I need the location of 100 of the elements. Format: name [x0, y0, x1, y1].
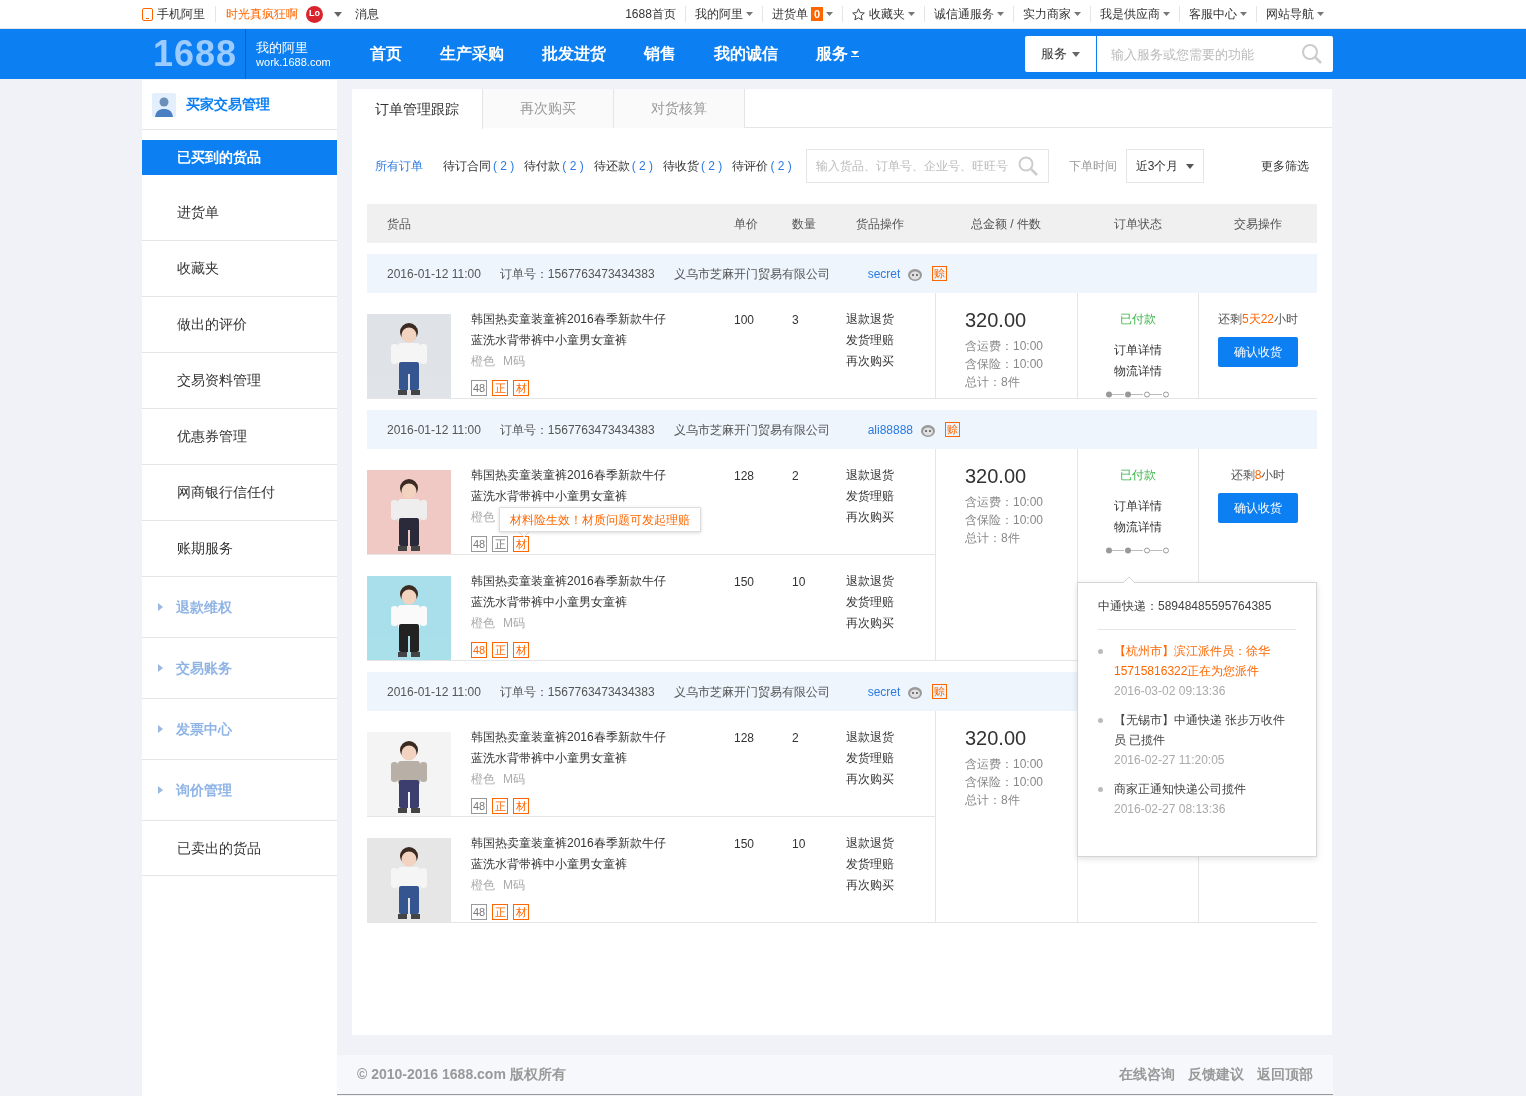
search-scope-dropdown[interactable]: 服务 — [1025, 36, 1097, 72]
order-total: 320.00 — [965, 464, 1028, 488]
service-tag[interactable]: 48 — [471, 904, 487, 920]
main-nav-link[interactable]: 生产采购 — [440, 42, 505, 66]
order-fee: 含运费：10:00 — [965, 756, 1045, 773]
sidebar-title: 买家交易管理 — [186, 95, 270, 114]
item-action-link[interactable]: 发货理赔 — [846, 592, 894, 613]
item-action-link[interactable]: 发货理赔 — [846, 486, 894, 507]
chat-icon — [907, 684, 924, 699]
main-nav-link[interactable]: 服务 — [816, 42, 860, 66]
order-search-input[interactable]: 输入货品、订单号、企业号、旺旺号 — [806, 150, 1018, 182]
progress-steps — [1106, 547, 1170, 554]
order-detail-link[interactable]: 订单详情 — [1114, 496, 1162, 517]
confirm-receipt-button[interactable]: 确认收货 — [1218, 493, 1298, 523]
item-action-link[interactable]: 再次购买 — [846, 351, 894, 372]
credit-badge: 赊 — [945, 422, 960, 437]
mobile-link[interactable]: 手机阿里 — [157, 5, 205, 23]
sidebar-item[interactable]: 收藏夹 — [142, 241, 337, 297]
caret-icon — [826, 12, 833, 16]
product-spec: M码 — [503, 615, 525, 632]
order-fee: 总计：8件 — [965, 530, 1021, 547]
item-action-link[interactable]: 退款退货 — [846, 833, 894, 854]
order-search-field[interactable]: 输入货品、订单号、企业号、旺旺号 — [805, 149, 1049, 183]
order-detail-link[interactable]: 物流详情 — [1114, 361, 1162, 382]
item-action-link[interactable]: 再次购买 — [846, 613, 894, 634]
tracking-time: 2016-03-02 09:13:36 — [1114, 683, 1227, 700]
sidebar-item[interactable]: 交易资料管理 — [142, 353, 337, 409]
sidebar-item[interactable]: 网商银行信任付 — [142, 465, 337, 521]
sidebar-item[interactable]: 已卖出的货品 — [142, 821, 337, 876]
user-avatar[interactable]: Lo — [306, 5, 323, 23]
filter-link[interactable]: 待评价 ( 2 ) — [732, 157, 792, 175]
top-nav-link[interactable]: 诚信通服务 — [925, 6, 1014, 22]
item-action-link[interactable]: 退款退货 — [846, 571, 894, 592]
top-nav-link[interactable]: 我的阿里 — [685, 6, 763, 22]
product-title-link[interactable]: 韩国热卖童装童裤2016春季新款牛仔蓝洗水背带裤中小童男女童裤 — [471, 571, 671, 613]
caret-icon — [158, 664, 164, 672]
sidebar-item[interactable]: 做出的评价 — [142, 297, 337, 353]
sidebar-item[interactable]: 账期服务 — [142, 521, 337, 577]
item-action-link[interactable]: 退款退货 — [846, 465, 894, 486]
item-action-link[interactable]: 再次购买 — [846, 507, 894, 528]
bullet-icon — [1098, 649, 1103, 654]
main-nav-link[interactable]: 首页 — [370, 42, 403, 66]
seller-link[interactable]: ali88888 — [867, 420, 913, 439]
order-total: 320.00 — [965, 308, 1028, 332]
item-action-link[interactable]: 发货理赔 — [846, 748, 894, 769]
filter-link[interactable]: 待还款 ( 2 ) — [593, 157, 654, 175]
order-fee: 含运费：10:00 — [965, 494, 1045, 511]
seller-link[interactable]: secret — [867, 264, 901, 283]
top-nav-link[interactable]: 收藏夹 — [843, 6, 925, 22]
service-tag[interactable]: 48 — [471, 536, 487, 552]
top-nav-link[interactable]: 客服中心 — [1180, 6, 1257, 22]
column-header: 交易操作 — [1232, 215, 1283, 233]
item-action-link[interactable]: 退款退货 — [846, 727, 894, 748]
product-spec: 橙色 — [471, 771, 495, 788]
caret-icon — [1317, 12, 1324, 16]
company-name: 义乌市芝麻开门贸易有限公司 — [673, 683, 830, 701]
product-title-link[interactable]: 韩国热卖童装童裤2016春季新款牛仔蓝洗水背带裤中小童男女童裤 — [471, 727, 671, 769]
product-title-link[interactable]: 韩国热卖童装童裤2016春季新款牛仔蓝洗水背带裤中小童男女童裤 — [471, 465, 671, 507]
product-title-link[interactable]: 韩国热卖童装童裤2016春季新款牛仔蓝洗水背带裤中小童男女童裤 — [471, 833, 671, 875]
main-nav-link[interactable]: 销售 — [644, 42, 677, 66]
service-tag[interactable]: 48 — [471, 380, 487, 396]
messages-link[interactable]: 消息 — [355, 5, 379, 23]
credit-badge: 赊 — [932, 684, 948, 699]
column-header: 货品操作 — [856, 215, 905, 233]
chat-icon — [920, 422, 936, 437]
top-nav-link[interactable]: 网站导航 — [1257, 6, 1333, 22]
main-nav-link[interactable]: 批发进货 — [542, 42, 607, 66]
copyright-text: © 2010-2016 1688.com 版权所有 — [357, 1065, 566, 1084]
item-action-link[interactable]: 发货理赔 — [846, 854, 894, 875]
more-filters-link[interactable]: 更多筛选 — [1261, 157, 1309, 175]
service-tag[interactable]: 48 — [471, 798, 487, 814]
filter-link[interactable]: 待订合同 ( 2 ) — [443, 157, 515, 175]
order-detail-link[interactable]: 订单详情 — [1114, 340, 1162, 361]
top-nav-link[interactable]: 进货单 0 — [762, 6, 843, 22]
filter-link[interactable]: 待付款 ( 2 ) — [524, 157, 584, 175]
product-title-link[interactable]: 韩国热卖童装童裤2016春季新款牛仔蓝洗水背带裤中小童男女童裤 — [471, 309, 671, 351]
order-fee: 含保险：10:00 — [965, 512, 1045, 529]
top-nav-link[interactable]: 1688首页 — [616, 6, 686, 22]
filter-link[interactable]: 所有订单 — [375, 157, 423, 175]
tab[interactable]: 订单管理跟踪 — [352, 89, 483, 129]
person-icon — [152, 92, 176, 117]
sidebar-item[interactable]: 进货单 — [142, 185, 337, 241]
item-action-link[interactable]: 再次购买 — [846, 769, 894, 790]
sidebar-item[interactable]: 已买到的货品 — [142, 140, 337, 175]
top-nav-link[interactable]: 我是供应商 — [1091, 6, 1180, 22]
caret-icon — [908, 12, 915, 16]
sidebar-item[interactable]: 优惠券管理 — [142, 409, 337, 465]
item-action-link[interactable]: 再次购买 — [846, 875, 894, 896]
confirm-receipt-button[interactable]: 确认收货 — [1218, 337, 1298, 367]
filter-link[interactable]: 待收货 ( 2 ) — [663, 157, 723, 175]
main-nav-link[interactable]: 我的诚信 — [714, 42, 779, 66]
top-nav-link[interactable]: 实力商家 — [1014, 6, 1091, 22]
order-detail-link[interactable]: 物流详情 — [1114, 517, 1162, 538]
seller-link[interactable]: secret — [867, 682, 901, 701]
column-header: 总金额 / 件数 — [970, 215, 1042, 233]
item-action-link[interactable]: 退款退货 — [846, 309, 894, 330]
service-tag[interactable]: 正 — [492, 536, 508, 552]
quantity: 3 — [792, 312, 800, 329]
time-range-dropdown[interactable]: 近3个月 — [1125, 149, 1204, 183]
item-action-link[interactable]: 发货理赔 — [846, 330, 894, 351]
